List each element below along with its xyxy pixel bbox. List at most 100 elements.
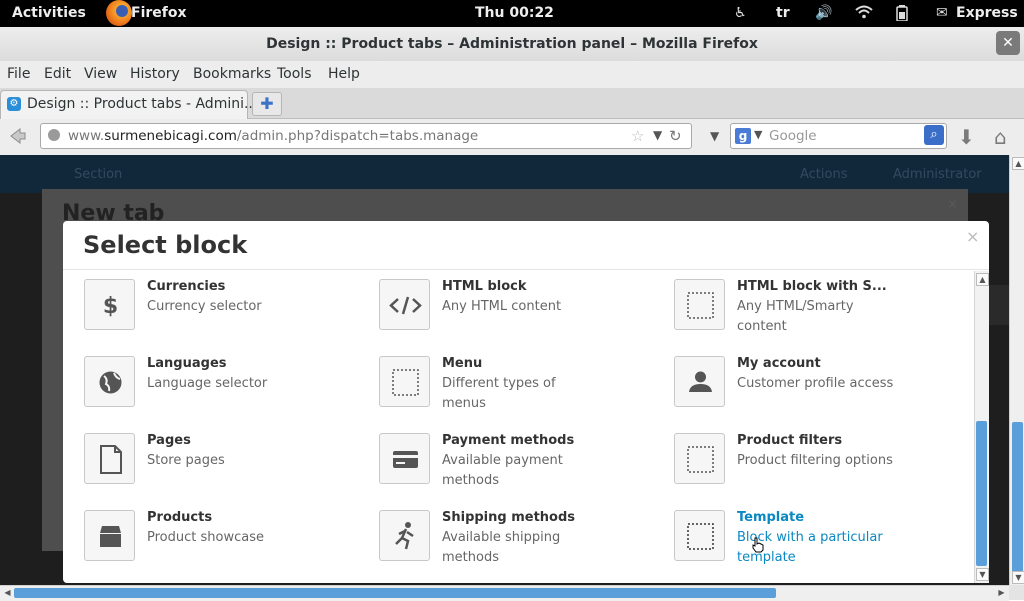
downloads-icon[interactable]: ⬇ xyxy=(958,125,975,149)
modal-scroll-up-icon[interactable]: ▲ xyxy=(976,273,989,286)
search-engine-icon[interactable]: g xyxy=(735,128,751,144)
block-description: Product showcase xyxy=(147,530,264,545)
window-titlebar: Design :: Product tabs – Administration … xyxy=(0,27,1024,62)
block-menu[interactable]: Menu Different types of menus xyxy=(379,348,669,423)
block-html-smarty[interactable]: HTML block with S... Any HTML/Smarty con… xyxy=(674,271,964,346)
select-block-modal: Select block × $ Currencies Currency sel… xyxy=(63,221,989,583)
block-icon-box[interactable] xyxy=(84,510,135,561)
app-menu[interactable]: Firefox xyxy=(131,5,187,21)
block-product-filters[interactable]: Product filters Product filtering option… xyxy=(674,425,964,500)
block-products[interactable]: Products Product showcase xyxy=(84,502,374,577)
admin-nav-section: Section xyxy=(74,167,123,182)
block-name[interactable]: HTML block with S... xyxy=(737,279,887,294)
block-description: Any HTML/Smarty content xyxy=(737,299,854,334)
site-identity-icon[interactable] xyxy=(48,129,60,141)
block-name[interactable]: Template xyxy=(737,510,804,525)
dotted-square-icon xyxy=(675,434,726,485)
modal-scroll-down-icon[interactable]: ▼ xyxy=(976,568,989,581)
menu-view[interactable]: View xyxy=(84,66,117,82)
search-engine-dropdown-icon[interactable]: ▼ xyxy=(754,128,762,141)
wifi-icon[interactable] xyxy=(855,5,873,23)
keyboard-layout-indicator[interactable]: tr xyxy=(776,5,790,21)
browser-tab[interactable]: ⚙ Design :: Product tabs - Admini... xyxy=(0,90,257,119)
block-description: Available payment methods xyxy=(442,453,563,488)
scroll-up-icon[interactable]: ▲ xyxy=(1012,157,1024,170)
page-vertical-scrollbar[interactable]: ▲ ▼ xyxy=(1009,155,1024,585)
block-template[interactable]: Template Block with a particular templat… xyxy=(674,502,964,577)
block-name[interactable]: My account xyxy=(737,356,821,371)
vertical-scroll-thumb[interactable] xyxy=(1012,422,1023,572)
menu-help[interactable]: Help xyxy=(328,66,360,82)
block-pages[interactable]: Pages Store pages xyxy=(84,425,374,500)
back-button[interactable] xyxy=(6,125,28,147)
menu-edit[interactable]: Edit xyxy=(44,66,71,82)
scroll-down-icon[interactable]: ▼ xyxy=(1012,571,1024,584)
block-icon-box[interactable] xyxy=(84,433,135,484)
window-title: Design :: Product tabs – Administration … xyxy=(266,36,758,52)
modal-scrollbar[interactable]: ▲ ▼ xyxy=(974,271,989,583)
menu-tools[interactable]: Tools xyxy=(277,66,312,82)
block-icon-box[interactable] xyxy=(379,433,430,484)
block-my-account[interactable]: My account Customer profile access xyxy=(674,348,964,423)
scroll-left-icon[interactable]: ◀ xyxy=(2,587,13,598)
block-icon-box[interactable] xyxy=(379,356,430,407)
url-dropdown-icon[interactable]: ▼ xyxy=(653,128,662,142)
clock[interactable]: Thu 00:22 xyxy=(475,5,554,21)
block-description: Store pages xyxy=(147,453,225,468)
history-dropdown-icon[interactable]: ▼ xyxy=(710,129,719,143)
search-box[interactable]: g ▼ Google ⌕ xyxy=(730,123,947,149)
block-icon-box[interactable] xyxy=(674,356,725,407)
menu-history[interactable]: History xyxy=(130,66,180,82)
block-name[interactable]: Currencies xyxy=(147,279,225,294)
page-horizontal-scrollbar[interactable]: ◀ ▶ xyxy=(0,585,1009,601)
block-payment-methods[interactable]: Payment methods Available payment method… xyxy=(379,425,669,500)
block-name[interactable]: Pages xyxy=(147,433,191,448)
block-icon-box[interactable] xyxy=(674,433,725,484)
window-close-button[interactable]: ✕ xyxy=(996,31,1020,55)
block-name[interactable]: Shipping methods xyxy=(442,510,575,525)
new-tab-button[interactable]: ✚ xyxy=(252,92,282,116)
block-currencies[interactable]: $ Currencies Currency selector xyxy=(84,271,374,346)
battery-icon[interactable] xyxy=(896,5,908,25)
bookmark-star-icon[interactable]: ☆ xyxy=(631,127,644,145)
block-icon-box[interactable] xyxy=(84,356,135,407)
home-icon[interactable]: ⌂ xyxy=(994,125,1007,149)
menu-file[interactable]: File xyxy=(7,66,30,82)
accessibility-icon[interactable]: ♿ xyxy=(734,5,747,21)
scrollbar-corner xyxy=(1009,585,1024,600)
block-icon-box[interactable] xyxy=(379,279,430,330)
block-icon-box[interactable]: $ xyxy=(84,279,135,330)
search-icon[interactable]: ⌕ xyxy=(924,125,944,145)
block-name[interactable]: Products xyxy=(147,510,212,525)
block-name[interactable]: Menu xyxy=(442,356,482,371)
svg-text:$: $ xyxy=(103,294,118,319)
block-name[interactable]: Payment methods xyxy=(442,433,574,448)
dotted-square-icon xyxy=(675,511,726,562)
block-description: Language selector xyxy=(147,376,268,391)
block-shipping-methods[interactable]: Shipping methods Available shipping meth… xyxy=(379,502,669,577)
block-name[interactable]: Languages xyxy=(147,356,227,371)
modal-close-button[interactable]: × xyxy=(966,227,979,246)
block-icon-box[interactable] xyxy=(379,510,430,561)
user-menu[interactable]: Express xyxy=(956,5,1018,21)
reload-icon[interactable]: ↻ xyxy=(669,127,682,145)
block-languages[interactable]: Languages Language selector xyxy=(84,348,374,423)
hand-cursor-icon xyxy=(751,537,765,553)
url-bar[interactable]: www.surmenebicagi.com/admin.php?dispatch… xyxy=(40,123,692,149)
block-name[interactable]: HTML block xyxy=(442,279,527,294)
code-icon xyxy=(380,280,431,331)
block-name[interactable]: Product filters xyxy=(737,433,842,448)
scroll-right-icon[interactable]: ▶ xyxy=(996,587,1007,598)
block-html-block[interactable]: HTML block Any HTML content xyxy=(379,271,669,346)
modal-scroll-thumb[interactable] xyxy=(976,421,987,566)
block-icon-box[interactable] xyxy=(674,279,725,330)
block-description: Available shipping methods xyxy=(442,530,561,565)
block-description: Product filtering options xyxy=(737,453,893,468)
activities-button[interactable]: Activities xyxy=(12,5,86,21)
chat-icon[interactable]: ✉ xyxy=(936,5,948,21)
volume-icon[interactable]: 🔊 xyxy=(815,5,832,21)
block-icon-box[interactable] xyxy=(674,510,725,561)
url-text[interactable]: www.surmenebicagi.com/admin.php?dispatch… xyxy=(68,128,478,144)
horizontal-scroll-thumb[interactable] xyxy=(14,588,776,598)
menu-bookmarks[interactable]: Bookmarks xyxy=(193,66,271,82)
